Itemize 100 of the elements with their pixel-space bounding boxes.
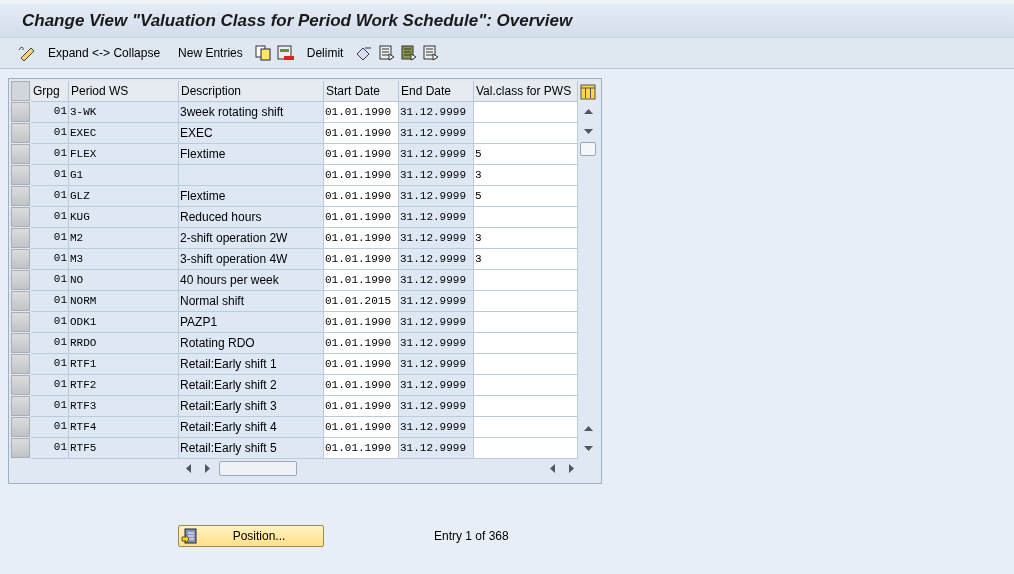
start-date-field[interactable]: 01.01.1990 [324, 438, 399, 459]
row-selector[interactable] [11, 312, 30, 332]
description-cell: Reduced hours [179, 207, 324, 228]
start-date-field[interactable]: 01.01.1990 [324, 312, 399, 333]
valuation-class-field[interactable] [474, 123, 578, 144]
valuation-class-field[interactable] [474, 375, 578, 396]
description-cell: Retail:Early shift 5 [179, 438, 324, 459]
column-header[interactable]: Period WS [69, 81, 179, 102]
end-date-cell: 31.12.9999 [399, 249, 474, 270]
description-cell: PAZP1 [179, 312, 324, 333]
start-date-field[interactable]: 01.01.1990 [324, 396, 399, 417]
row-selector[interactable] [11, 354, 30, 374]
start-date-field[interactable]: 01.01.1990 [324, 270, 399, 291]
end-date-cell: 31.12.9999 [399, 102, 474, 123]
column-header[interactable]: Val.class for PWS [474, 81, 578, 102]
row-selector[interactable] [11, 375, 30, 395]
start-date-field[interactable]: 01.01.1990 [324, 354, 399, 375]
undo-icon[interactable] [355, 45, 374, 61]
row-selector[interactable] [11, 207, 30, 227]
row-selector[interactable] [11, 396, 30, 416]
valuation-class-field[interactable] [474, 102, 578, 123]
description-cell: EXEC [179, 123, 324, 144]
end-date-cell: 31.12.9999 [399, 396, 474, 417]
new-entries-button[interactable]: New Entries [172, 42, 249, 64]
valuation-class-field[interactable]: 3 [474, 165, 578, 186]
valuation-class-field[interactable]: 5 [474, 186, 578, 207]
delimit-button[interactable]: Delimit [300, 42, 350, 64]
column-settings-icon[interactable] [580, 83, 596, 100]
start-date-field[interactable]: 01.01.1990 [324, 165, 399, 186]
valuation-class-field[interactable] [474, 438, 578, 459]
start-date-field[interactable]: 01.01.1990 [324, 144, 399, 165]
position-button[interactable]: Position... [178, 525, 324, 547]
group-cell: 01 [31, 354, 69, 375]
valuation-class-field[interactable] [474, 312, 578, 333]
valuation-class-field[interactable]: 5 [474, 144, 578, 165]
row-selector[interactable] [11, 438, 30, 458]
period-ws-cell: GLZ [69, 186, 179, 207]
end-date-cell: 31.12.9999 [399, 207, 474, 228]
group-cell: 01 [31, 102, 69, 123]
end-date-cell: 31.12.9999 [399, 354, 474, 375]
scrollbar-thumb[interactable] [219, 460, 297, 476]
select-block-icon[interactable] [401, 45, 418, 61]
valuation-class-field[interactable] [474, 207, 578, 228]
valuation-class-field[interactable] [474, 417, 578, 438]
row-selector[interactable] [11, 102, 30, 122]
period-ws-cell: RTF2 [69, 375, 179, 396]
start-date-field[interactable]: 01.01.2015 [324, 291, 399, 312]
row-selector[interactable] [11, 144, 30, 164]
scroll-right-arrow[interactable] [569, 463, 574, 473]
group-cell: 01 [31, 186, 69, 207]
valuation-class-field[interactable] [474, 291, 578, 312]
scrollbar-thumb[interactable] [580, 142, 596, 156]
row-selector[interactable] [11, 270, 30, 290]
row-selector[interactable] [11, 249, 30, 269]
scroll-right-arrow[interactable] [205, 463, 210, 473]
row-selector[interactable] [11, 165, 30, 185]
scroll-left-arrow[interactable] [550, 463, 555, 473]
scroll-down-arrow[interactable] [583, 446, 593, 451]
period-ws-cell: RTF3 [69, 396, 179, 417]
row-selector[interactable] [11, 123, 30, 143]
row-selector[interactable] [11, 291, 30, 311]
pencil-icon[interactable] [18, 45, 36, 61]
valuation-class-field[interactable] [474, 270, 578, 291]
start-date-field[interactable]: 01.01.1990 [324, 207, 399, 228]
start-date-field[interactable]: 01.01.1990 [324, 333, 399, 354]
start-date-field[interactable]: 01.01.1990 [324, 375, 399, 396]
scroll-left-arrow[interactable] [186, 463, 191, 473]
column-header[interactable]: Description [179, 81, 324, 102]
row-selector[interactable] [11, 333, 30, 353]
valuation-class-field[interactable] [474, 396, 578, 417]
start-date-field[interactable]: 01.01.1990 [324, 186, 399, 207]
scroll-up-arrow[interactable] [583, 426, 593, 431]
valuation-class-field[interactable] [474, 333, 578, 354]
select-block-icon[interactable] [379, 45, 396, 61]
period-ws-cell: RTF4 [69, 417, 179, 438]
copy-icon[interactable] [254, 45, 271, 61]
row-selector[interactable] [11, 417, 30, 437]
column-header[interactable]: End Date [399, 81, 474, 102]
start-date-field[interactable]: 01.01.1990 [324, 123, 399, 144]
valuation-class-field[interactable]: 3 [474, 249, 578, 270]
start-date-field[interactable]: 01.01.1990 [324, 249, 399, 270]
select-all-button[interactable] [11, 81, 30, 101]
select-block-icon[interactable] [423, 45, 440, 61]
scroll-down-arrow[interactable] [583, 129, 593, 134]
valuation-class-field[interactable] [474, 354, 578, 375]
valuation-class-field[interactable]: 3 [474, 228, 578, 249]
end-date-cell: 31.12.9999 [399, 165, 474, 186]
row-selector[interactable] [11, 228, 30, 248]
start-date-field[interactable]: 01.01.1990 [324, 228, 399, 249]
group-cell: 01 [31, 417, 69, 438]
group-cell: 01 [31, 144, 69, 165]
delete-row-icon[interactable] [276, 45, 295, 61]
expand-collapse-button[interactable]: Expand <-> Collapse [42, 42, 167, 64]
end-date-cell: 31.12.9999 [399, 312, 474, 333]
start-date-field[interactable]: 01.01.1990 [324, 102, 399, 123]
row-selector[interactable] [11, 186, 30, 206]
column-header[interactable]: Start Date [324, 81, 399, 102]
start-date-field[interactable]: 01.01.1990 [324, 417, 399, 438]
column-header[interactable]: Grpg [31, 81, 69, 102]
scroll-up-arrow[interactable] [583, 109, 593, 114]
